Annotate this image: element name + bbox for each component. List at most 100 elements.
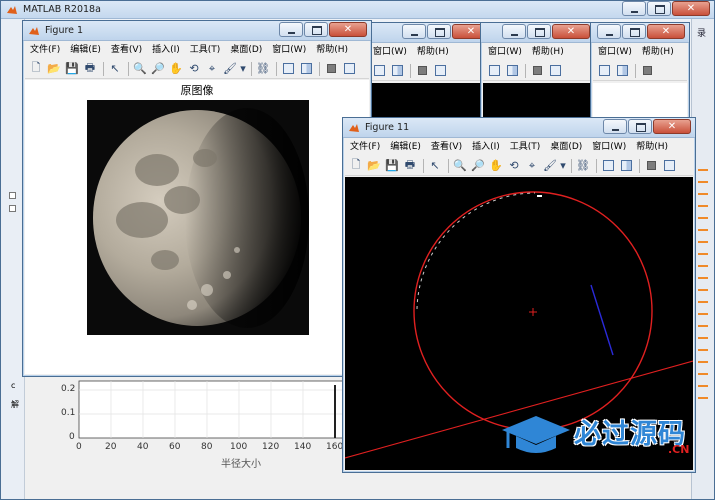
data-cursor-icon[interactable]: ⌖	[204, 61, 220, 77]
close-button[interactable]	[647, 24, 685, 39]
colorbar-icon[interactable]	[280, 61, 296, 77]
menu-edit[interactable]: 编辑(E)	[385, 139, 426, 155]
matlab-close-button[interactable]	[672, 1, 710, 16]
link-plot-icon[interactable]: ⛓	[255, 61, 271, 77]
figure-1-title-bar[interactable]: Figure 1	[23, 21, 371, 41]
menu-window[interactable]: 窗口(W)	[267, 42, 311, 58]
x-tick-80: 80	[201, 442, 213, 452]
close-button[interactable]	[329, 22, 367, 37]
open-file-icon[interactable]: 📂	[46, 61, 62, 77]
radius-line	[590, 284, 614, 356]
minimize-button[interactable]	[402, 24, 426, 39]
brush-dropdown-icon[interactable]: ▾	[240, 61, 246, 77]
link-plot-icon[interactable]: ⛓	[575, 158, 591, 174]
graduation-cap-icon	[502, 416, 570, 453]
pointer-icon[interactable]: ↖	[107, 61, 123, 77]
moon-edge-arc	[416, 192, 536, 310]
tree-expand-icon[interactable]	[9, 192, 16, 199]
new-figure-icon[interactable]: 🗋	[348, 158, 364, 174]
tree-expand-icon[interactable]	[9, 205, 16, 212]
save-icon[interactable]: 💾	[384, 158, 400, 174]
hide-plot-tools-icon[interactable]	[323, 61, 339, 77]
figure-1-window[interactable]: Figure 1 文件(F) 编辑(E) 查看(V) 插入(I) 工具(T) 桌…	[22, 20, 372, 377]
x-tick-20: 20	[105, 442, 117, 452]
menu-window[interactable]: 窗口(W)	[587, 139, 631, 155]
menu-insert[interactable]: 插入(I)	[467, 139, 505, 155]
legend-icon[interactable]	[618, 158, 634, 174]
legend-icon[interactable]	[298, 61, 314, 77]
show-plot-tools-icon[interactable]	[341, 61, 357, 77]
brush-icon[interactable]: 🖌	[222, 61, 238, 77]
figure-1-canvas: 原图像	[25, 80, 369, 374]
pointer-icon[interactable]: ↖	[427, 158, 443, 174]
watermark-suffix: .CN	[668, 443, 690, 456]
show-plot-tools-icon[interactable]	[661, 158, 677, 174]
rotate-icon[interactable]: ⟲	[186, 61, 202, 77]
bg-figure-window-2[interactable]: 窗口(W)帮助(H)	[480, 22, 595, 132]
rotate-icon[interactable]: ⟲	[506, 158, 522, 174]
matlab-title-bar: MATLAB R2018a	[1, 1, 714, 19]
matlab-orange-ticks	[698, 169, 708, 409]
menu-view[interactable]: 查看(V)	[106, 42, 147, 58]
figure-11-title-bar[interactable]: Figure 11	[343, 118, 695, 138]
zoom-out-icon[interactable]: 🔎	[150, 61, 166, 77]
menu-help[interactable]: 帮助(H)	[527, 44, 569, 60]
colorbar-icon[interactable]	[600, 158, 616, 174]
close-button[interactable]	[552, 24, 590, 39]
minimize-button[interactable]	[502, 24, 526, 39]
matlab-minimize-button[interactable]	[622, 1, 646, 16]
data-cursor-icon[interactable]: ⌖	[524, 158, 540, 174]
menu-window[interactable]: 窗口(W)	[593, 44, 637, 60]
maximize-button[interactable]	[628, 119, 652, 134]
zoom-out-icon[interactable]: 🔎	[470, 158, 486, 174]
menu-file[interactable]: 文件(F)	[25, 42, 65, 58]
maximize-button[interactable]	[622, 24, 646, 39]
image-title: 原图像	[180, 84, 214, 97]
menu-insert[interactable]: 插入(I)	[147, 42, 185, 58]
menu-tools[interactable]: 工具(T)	[185, 42, 226, 58]
matlab-maximize-button[interactable]	[647, 1, 671, 16]
pan-icon[interactable]: ✋	[488, 158, 504, 174]
pan-icon[interactable]: ✋	[168, 61, 184, 77]
matlab-left-char-1: 解	[11, 400, 19, 409]
maximize-button[interactable]	[304, 22, 328, 37]
matlab-logo-icon	[349, 124, 359, 132]
menu-window[interactable]: 窗口(W)	[483, 44, 527, 60]
menu-help[interactable]: 帮助(H)	[637, 44, 679, 60]
hide-plot-tools-icon[interactable]	[643, 158, 659, 174]
maximize-button[interactable]	[427, 24, 451, 39]
close-button[interactable]	[653, 119, 691, 134]
menu-window[interactable]: 窗口(W)	[368, 44, 412, 60]
brush-dropdown-icon[interactable]: ▾	[560, 158, 566, 174]
minimize-button[interactable]	[279, 22, 303, 37]
figure-1-toolbar: 🗋 📂 💾 🖶 ↖ 🔍 🔎 ✋ ⟲ ⌖ 🖌 ▾ ⛓	[25, 59, 369, 79]
minimize-button[interactable]	[597, 24, 621, 39]
menu-help[interactable]: 帮助(H)	[311, 42, 353, 58]
brush-icon[interactable]: 🖌	[542, 158, 558, 174]
x-tick-0: 0	[76, 442, 82, 452]
new-figure-icon[interactable]: 🗋	[28, 61, 44, 77]
menu-desktop[interactable]: 桌面(D)	[545, 139, 587, 155]
zoom-in-icon[interactable]: 🔍	[132, 61, 148, 77]
menu-tools[interactable]: 工具(T)	[505, 139, 546, 155]
menu-edit[interactable]: 编辑(E)	[65, 42, 106, 58]
x-tick-40: 40	[137, 442, 149, 452]
x-tick-120: 120	[262, 442, 280, 452]
menu-view[interactable]: 查看(V)	[426, 139, 467, 155]
menu-help[interactable]: 帮助(H)	[412, 44, 454, 60]
edge-mark	[537, 195, 542, 197]
menu-help[interactable]: 帮助(H)	[631, 139, 673, 155]
menu-file[interactable]: 文件(F)	[345, 139, 385, 155]
bg-figure-window-3[interactable]: 窗口(W)帮助(H)	[590, 22, 690, 132]
bg-figure-window-1[interactable]: 窗口(W)帮助(H)	[365, 22, 495, 132]
open-file-icon[interactable]: 📂	[366, 158, 382, 174]
print-icon[interactable]: 🖶	[82, 61, 98, 77]
save-icon[interactable]: 💾	[64, 61, 80, 77]
figure-11-toolbar: 🗋 📂 💾 🖶 ↖ 🔍 🔎 ✋ ⟲ ⌖ 🖌 ▾ ⛓	[345, 156, 693, 176]
maximize-button[interactable]	[527, 24, 551, 39]
zoom-in-icon[interactable]: 🔍	[452, 158, 468, 174]
matlab-logo-icon	[7, 6, 17, 14]
minimize-button[interactable]	[603, 119, 627, 134]
print-icon[interactable]: 🖶	[402, 158, 418, 174]
menu-desktop[interactable]: 桌面(D)	[225, 42, 267, 58]
